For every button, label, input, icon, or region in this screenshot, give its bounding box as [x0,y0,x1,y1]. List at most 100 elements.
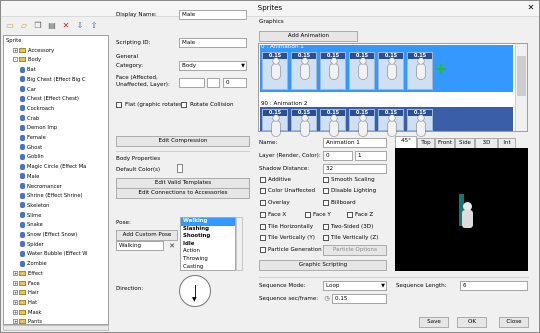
expand-icon[interactable]: + [13,299,18,305]
disable-lighting-checkbox[interactable] [323,188,329,194]
expand-icon[interactable]: + [13,270,18,276]
scripting-id-field[interactable]: Male [179,38,247,48]
expand-icon[interactable]: + [13,280,18,286]
animation-frame[interactable]: 0.15 [407,52,433,90]
graphic-scripting-button[interactable]: Graphic Scripting [259,260,387,271]
tree-item[interactable]: Cockroach [20,105,54,113]
edit-compression-button[interactable]: Edit Compression [116,136,250,147]
animation-frame[interactable]: 0.15 [320,52,346,90]
tree-item[interactable]: Male [20,173,39,181]
animation-row[interactable]: 0.15 0.15 0.15 0.15 0.15 0.15 [260,107,513,136]
animation-frame[interactable]: 0.15 [291,52,317,90]
add-frame-icon[interactable]: + [434,61,447,77]
animation-row-selected[interactable]: 0 : Animation 1 0.15 0.15 0.15 0.15 0.15 0.15… [260,44,513,92]
ok-button[interactable]: OK [457,317,487,328]
face-x-checkbox[interactable] [260,212,266,218]
billboard-checkbox[interactable] [323,200,329,206]
expand-icon[interactable]: + [13,319,18,324]
face-layer-field[interactable]: 0 [223,78,247,88]
tree-folder[interactable]: + Face [13,280,40,288]
animation-frame[interactable]: 0.15 [349,109,375,136]
tree-item[interactable]: Skeleton [20,202,49,210]
pose-list-item[interactable]: Action [181,248,235,256]
copy-icon[interactable]: ❐ [32,20,44,32]
name-field[interactable]: Animation 1 [323,138,387,148]
tile-vertically-y-checkbox[interactable] [260,235,266,241]
pose-list-scrollbar[interactable] [236,217,243,271]
tree-folder[interactable]: + Accessory [13,47,54,55]
tile-horizontally-checkbox[interactable] [260,224,266,230]
display-name-field[interactable]: Male [179,10,247,20]
tree-folder[interactable]: + Hair [13,289,39,297]
edit-connections-button[interactable]: Edit Connections to Accessories [116,188,250,199]
scrollbar-thumb[interactable] [517,56,526,96]
color-unaffected-checkbox[interactable] [260,188,266,194]
tab-preview-view[interactable]: Top [417,138,435,148]
animation-frame[interactable]: 0.15 [378,109,404,136]
expand-icon[interactable]: + [13,290,18,296]
animation-list-scrollbar[interactable] [515,44,527,131]
sequence-mode-select[interactable]: Loop ▼ [323,281,387,291]
new-folder-icon[interactable]: ▭ [4,20,16,32]
face-y-checkbox[interactable] [305,212,311,218]
sequence-sec-frame-field[interactable]: 0.15 [332,294,387,304]
tree-folder[interactable]: + Mask [13,309,41,317]
import-icon[interactable]: ⇩ [74,20,86,32]
sprite-tree[interactable]: Sprite + Accessory - Body Bat Big Chest (Effec… [3,35,109,325]
tab-preview-view[interactable]: Int [498,138,516,148]
tab-preview-view[interactable]: Front [435,138,455,148]
collapse-icon[interactable]: - [13,57,18,63]
tree-root[interactable]: Sprite [6,37,21,45]
pose-list[interactable]: Walking Slashing Shooting Idle Action Throwin… [180,217,236,271]
tree-item[interactable]: Ghost [20,144,42,152]
expand-icon[interactable]: + [13,309,18,315]
window-close-button[interactable]: ✕ [523,1,539,14]
tree-item[interactable]: Goblin [20,153,44,161]
animation-frame[interactable]: 0.15 [378,52,404,90]
animation-frame[interactable]: 0.15 [291,109,317,136]
particle-generation-checkbox[interactable] [260,247,266,253]
pose-clear-icon[interactable]: ✕ [167,241,177,251]
sequence-length-field[interactable]: 6 [460,281,528,291]
default-color-swatch[interactable] [177,164,183,173]
export-icon[interactable]: ⇧ [88,20,100,32]
tree-item[interactable]: Spider [20,241,44,249]
tab-preview-view[interactable]: 45° [395,136,417,148]
add-custom-pose-button[interactable]: Add Custom Pose [116,230,178,241]
tree-item[interactable]: Zombie [20,260,47,268]
particle-options-button[interactable]: Particle Options [323,245,387,256]
expand-icon[interactable]: + [13,47,18,53]
tree-item[interactable]: Bat [20,66,36,74]
layer-color-field[interactable]: 1 [355,151,387,161]
additive-checkbox[interactable] [260,177,266,183]
save-button[interactable]: Save [419,317,449,328]
tree-folder[interactable]: + Hat [13,299,37,307]
tile-vertically-z-checkbox[interactable] [323,235,329,241]
tree-horizontal-scrollbar[interactable] [3,325,109,331]
pose-list-item[interactable]: Shooting [181,233,235,241]
overlay-checkbox[interactable] [260,200,266,206]
tree-item[interactable]: Water Bubble (Effect W [20,250,87,258]
smooth-scaling-checkbox[interactable] [323,177,329,183]
two-sided-checkbox[interactable] [323,224,329,230]
tree-item[interactable]: Snow (Effect Snow) [20,231,77,239]
category-select[interactable]: Body ▼ [179,61,247,71]
pose-list-item[interactable]: Slashing [181,226,235,234]
layer-render-field[interactable]: 0 [323,151,353,161]
pose-list-item[interactable]: Casting [181,264,235,270]
sprite-preview[interactable] [395,148,528,271]
shadow-distance-field[interactable]: 32 [323,164,387,174]
close-button[interactable]: Close [499,317,529,328]
tree-item[interactable]: Crab [20,115,39,123]
tree-item[interactable]: Female [20,134,46,142]
delete-icon[interactable]: ✕ [60,20,72,32]
direction-dial[interactable]: ▼ [179,275,211,307]
tab-preview-view[interactable]: 3D [475,138,498,148]
add-animation-button[interactable]: Add Animation [259,31,358,42]
animation-frame[interactable]: 0.15 [320,109,346,136]
pose-value-field[interactable]: Walking [116,241,164,251]
tree-folder[interactable]: - Body [13,56,41,64]
tree-item[interactable]: Big Chest (Effect Big C [20,76,86,84]
tree-item[interactable]: Car [20,86,36,94]
face-unaffected-field[interactable] [207,78,220,88]
